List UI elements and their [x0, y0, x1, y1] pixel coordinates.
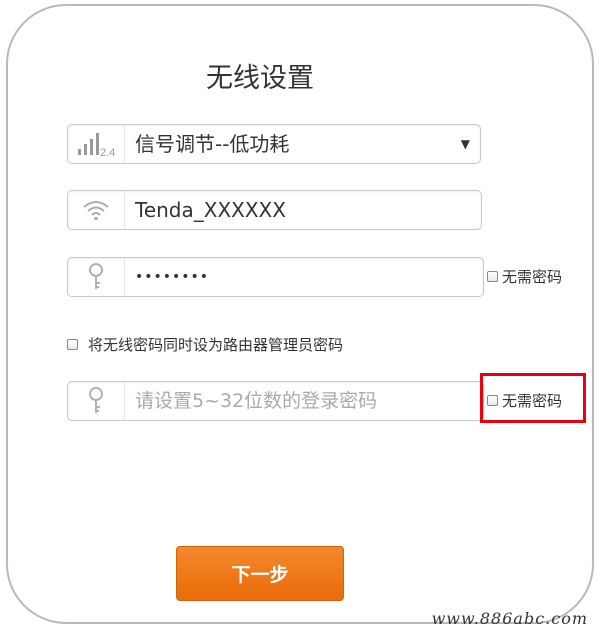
sync-admin-password-checkbox[interactable]: 将无线密码同时设为路由器管理员密码: [67, 334, 343, 355]
checkbox-icon[interactable]: [487, 271, 498, 282]
ssid-input[interactable]: Tenda_XXXXXX: [67, 190, 482, 230]
wizard-card: [6, 4, 594, 624]
highlight-box: [480, 373, 586, 423]
page-title: 无线设置: [206, 63, 314, 94]
watermark: www.886abc.com: [431, 609, 588, 628]
ssid-value: Tenda_XXXXXX: [135, 198, 286, 222]
login-password-placeholder: 请设置5~32位数的登录密码: [135, 390, 378, 412]
wifi-no-password-label: 无需密码: [502, 268, 563, 286]
key-icon: [68, 382, 125, 420]
signal-strength-icon: 2.4: [68, 125, 125, 163]
login-password-input[interactable]: 请设置5~32位数的登录密码: [67, 381, 484, 421]
next-step-button[interactable]: 下一步: [176, 546, 344, 601]
signal-power-select[interactable]: 2.4 信号调节--低功耗 ▼: [67, 124, 481, 164]
wifi-password-value: ••••••••: [135, 269, 210, 285]
dropdown-arrow-icon[interactable]: ▼: [461, 125, 470, 163]
wifi-no-password-checkbox[interactable]: 无需密码: [487, 266, 562, 287]
sync-admin-password-label: 将无线密码同时设为路由器管理员密码: [88, 336, 344, 354]
wifi-icon: [68, 191, 125, 229]
band-badge: 2.4: [100, 147, 115, 159]
wifi-password-input[interactable]: ••••••••: [67, 257, 484, 297]
key-icon: [68, 258, 125, 296]
signal-power-value: 信号调节--低功耗: [135, 132, 290, 156]
checkbox-icon[interactable]: [67, 339, 78, 350]
